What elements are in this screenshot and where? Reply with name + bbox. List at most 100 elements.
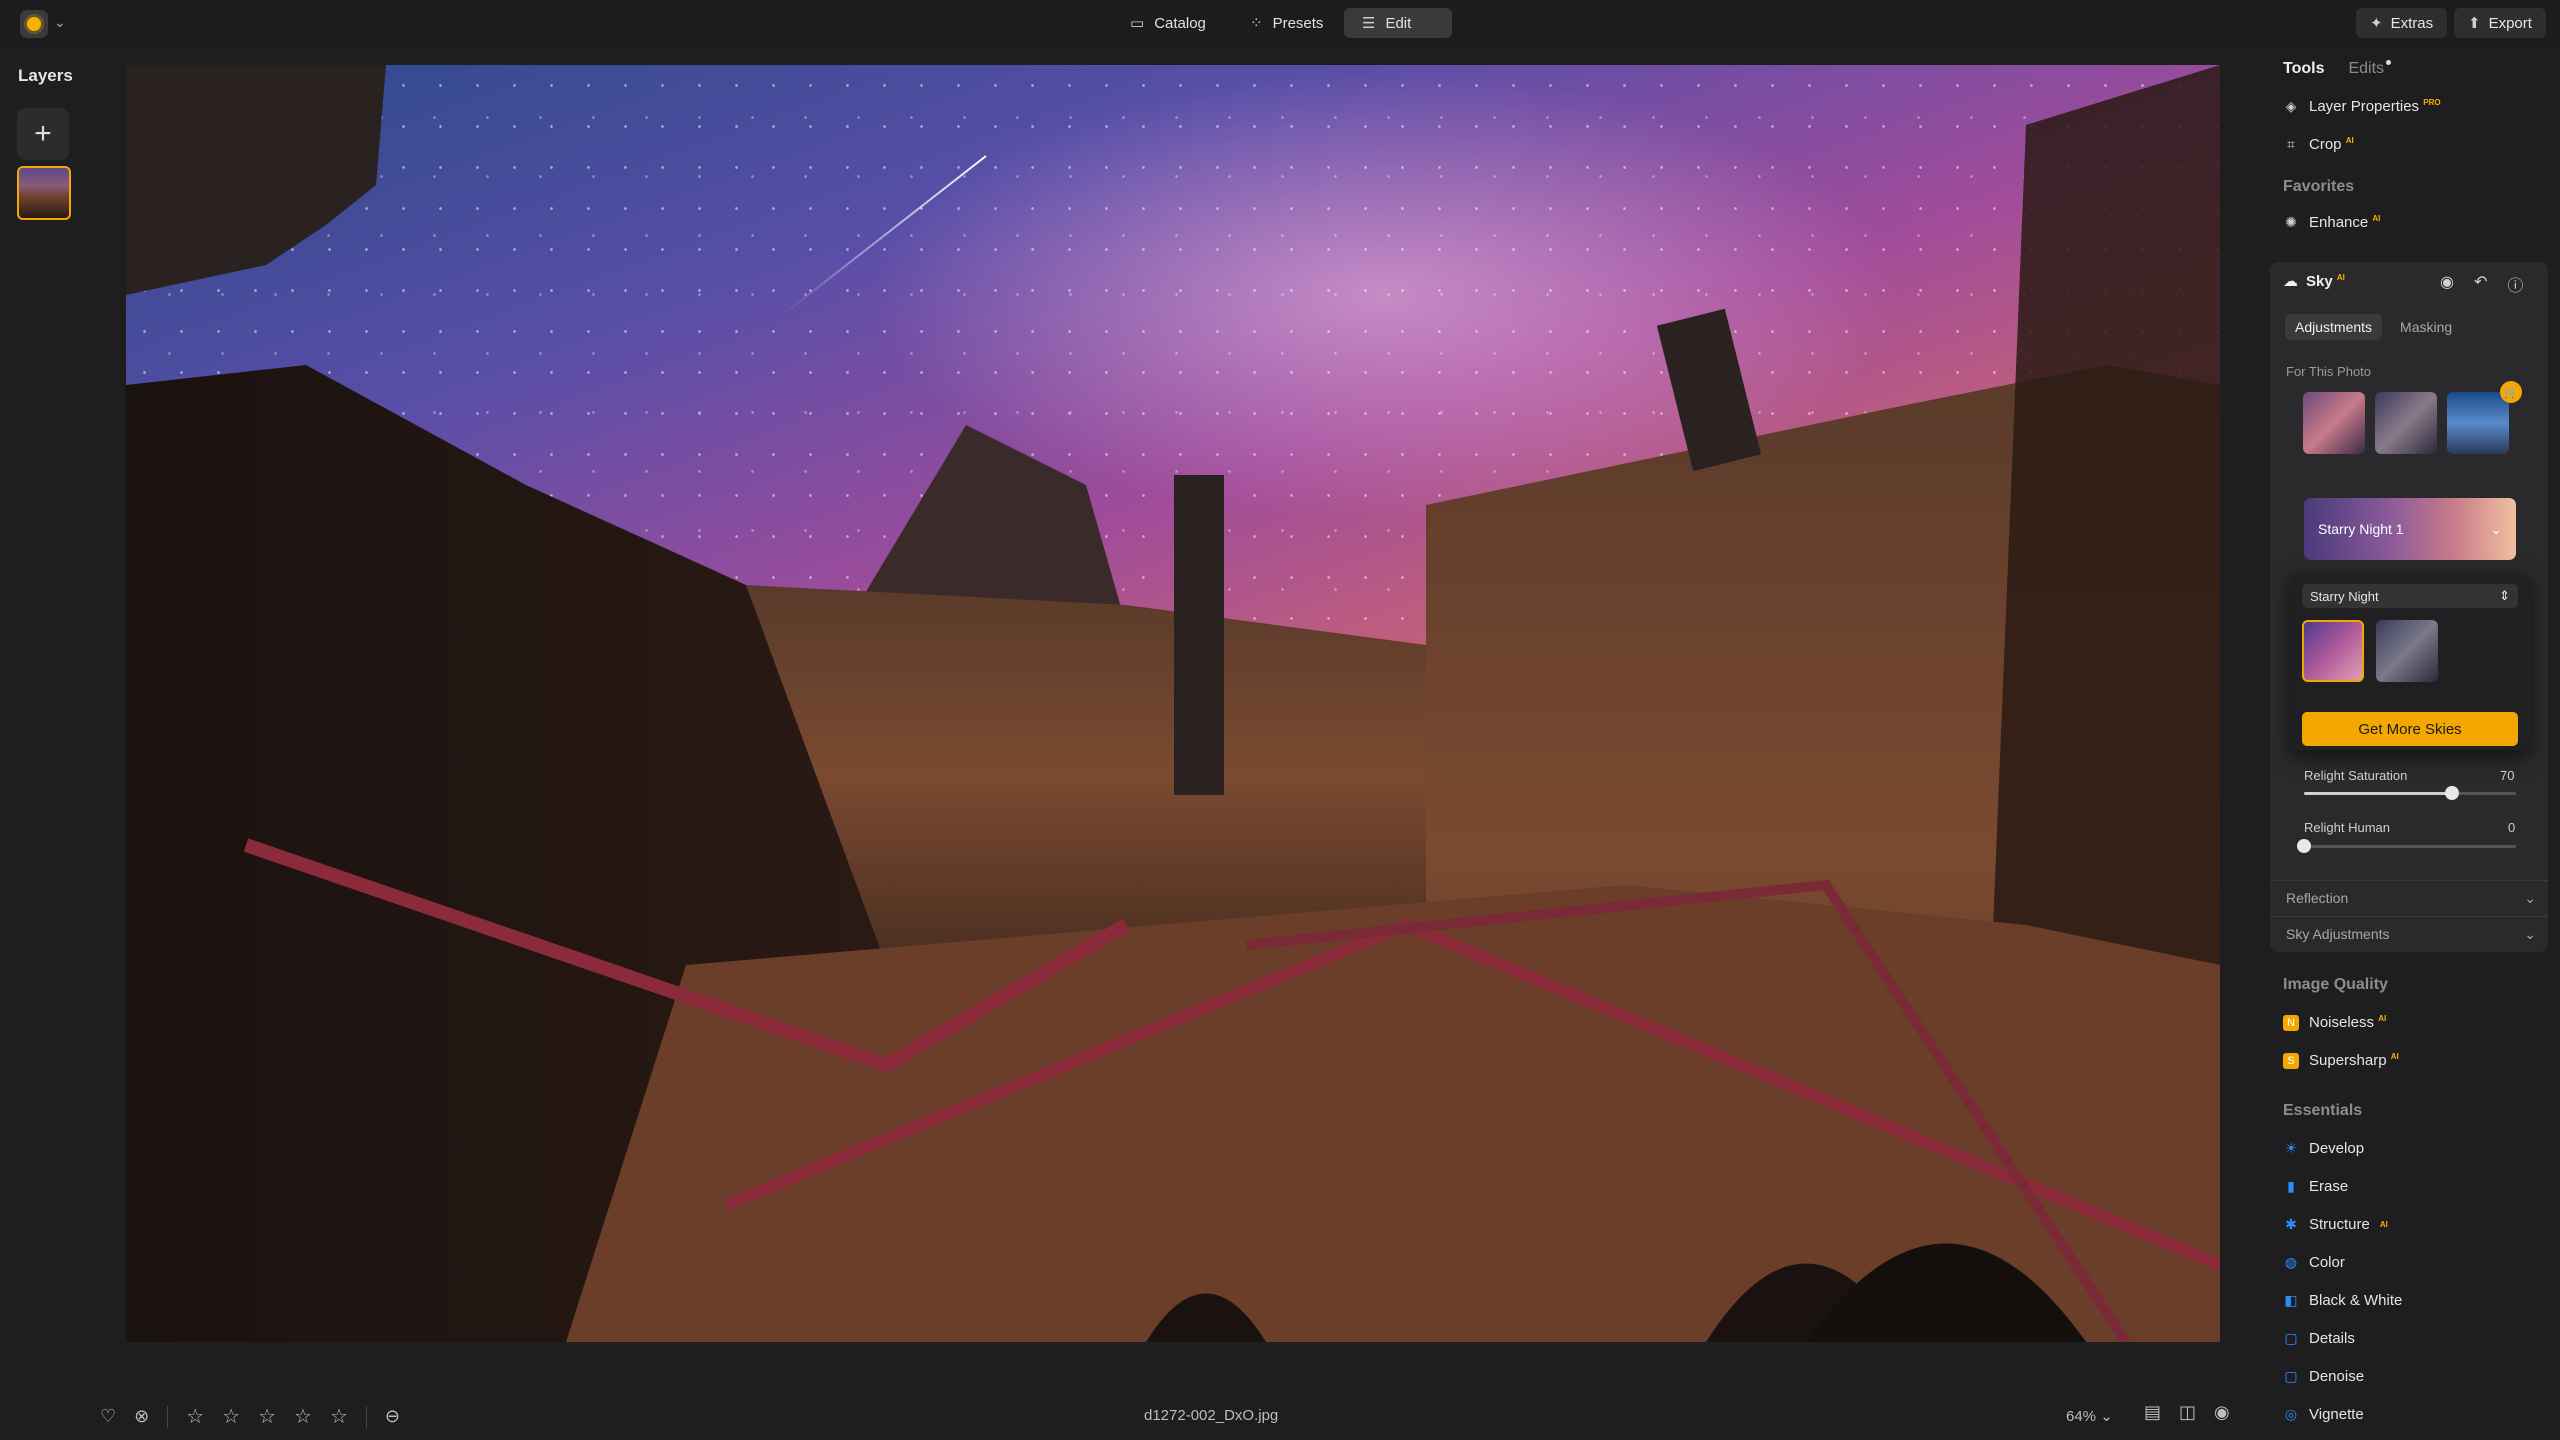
details-icon: ▢ <box>2284 1330 2298 1346</box>
crop-icon: ⌗ <box>2287 136 2295 152</box>
selected-sky-label: Starry Night 1 <box>2318 521 2404 537</box>
export-button[interactable]: ⬆ Export <box>2454 8 2546 38</box>
chevron-down-icon[interactable]: ⌄ <box>54 14 66 31</box>
export-icon: ⬆ <box>2468 14 2481 32</box>
structure-icon: ✱ <box>2285 1216 2297 1232</box>
pro-badge: PRO <box>2423 98 2441 107</box>
eye-icon[interactable]: ◉ <box>2214 1402 2230 1423</box>
nav-presets-label: Presets <box>1272 14 1324 32</box>
undo-icon[interactable]: ↶ <box>2474 272 2487 296</box>
enhance-icon: ✺ <box>2285 214 2297 230</box>
sky-suggestion-1[interactable] <box>2303 392 2365 454</box>
star-4-icon[interactable]: ☆ <box>294 1404 312 1429</box>
star-2-icon[interactable]: ☆ <box>222 1404 240 1429</box>
sky-selector[interactable]: Starry Night 1 ⌄ <box>2304 498 2516 560</box>
chevron-down-icon: ⌄ <box>2100 1408 2113 1425</box>
slider-knob[interactable] <box>2297 839 2311 853</box>
color-icon: ◍ <box>2284 1254 2298 1270</box>
sky-suggestion-2[interactable] <box>2375 392 2437 454</box>
favorites-title: Favorites <box>2283 178 2355 195</box>
slider-fill <box>2304 792 2453 795</box>
edits-indicator-dot <box>2386 60 2392 65</box>
relight-human-value: 0 <box>2508 820 2516 835</box>
supersharp-icon: S <box>2283 1052 2299 1069</box>
sky-suggestion-3[interactable] <box>2447 392 2509 454</box>
nav-edit-label: Edit <box>1385 14 1412 32</box>
crop-label: Crop <box>2309 136 2342 153</box>
filmstrip-icon[interactable]: ▤ <box>2144 1402 2161 1423</box>
extras-button[interactable]: ✦ Extras <box>2356 8 2448 38</box>
tab-edits-label: Edits <box>2348 60 2385 77</box>
ai-badge: AI <box>2345 136 2354 145</box>
relight-human-slider[interactable] <box>2297 839 2516 853</box>
tool-details[interactable]: ▢ Details <box>2283 1330 2354 1347</box>
panel-tabs: Tools Edits <box>2283 60 2392 78</box>
tab-masking[interactable]: Masking <box>2390 314 2462 340</box>
essential-label: Structure <box>2309 1216 2370 1233</box>
noiseless-label: Noiseless <box>2309 1014 2375 1031</box>
tab-tools[interactable]: Tools <box>2283 60 2324 78</box>
ai-badge: AI <box>2336 272 2345 282</box>
tool-develop[interactable]: ☀ Develop <box>2283 1140 2364 1157</box>
star-3-icon[interactable]: ☆ <box>258 1404 276 1429</box>
tool-vignette[interactable]: ◎ Vignette <box>2283 1406 2364 1423</box>
reflection-section[interactable]: Reflection ⌄ <box>2286 890 2536 907</box>
essential-label: Black & White <box>2309 1292 2403 1309</box>
cart-icon[interactable]: 🛒 <box>2500 381 2522 403</box>
reject-icon[interactable]: ⊗ <box>134 1406 149 1427</box>
sky-option-2[interactable] <box>2376 620 2438 682</box>
castle-photo <box>126 65 2220 1342</box>
photo-canvas[interactable] <box>126 65 2220 1342</box>
compare-icon[interactable]: ◫ <box>2179 1402 2196 1423</box>
add-layer-button[interactable]: + <box>17 108 69 160</box>
for-this-photo-label: For This Photo <box>2286 364 2372 379</box>
tool-color[interactable]: ◍ Color <box>2283 1254 2345 1271</box>
sliders-icon: ☰ <box>1362 14 1376 32</box>
vignette-icon: ◎ <box>2284 1406 2298 1422</box>
erase-icon: ▮ <box>2287 1178 2295 1194</box>
zoom-control[interactable]: 64% ⌄ <box>2066 1407 2113 1425</box>
tool-denoise[interactable]: ▢ Denoise <box>2283 1368 2364 1385</box>
sky-category-select[interactable]: Starry Night ⇕ <box>2302 584 2518 608</box>
filename: d1272-002_DxO.jpg <box>1144 1407 1279 1424</box>
get-more-skies-button[interactable]: Get More Skies <box>2302 712 2518 746</box>
presets-icon: ⁘ <box>1250 14 1263 32</box>
nav-catalog[interactable]: ▭ Catalog <box>1112 8 1224 38</box>
nav-catalog-label: Catalog <box>1154 14 1206 32</box>
heart-icon[interactable]: ♡ <box>100 1406 116 1427</box>
folder-icon: ▭ <box>1130 14 1145 32</box>
tab-edits[interactable]: Edits <box>2348 60 2392 78</box>
tool-enhance[interactable]: ✺ Enhance AI <box>2283 214 2380 231</box>
sky-adjustments-section[interactable]: Sky Adjustments ⌄ <box>2286 926 2536 943</box>
divider <box>365 1405 367 1428</box>
zoom-level: 64% <box>2066 1408 2097 1425</box>
sky-header[interactable]: ☁ Sky AI <box>2283 272 2345 291</box>
relight-saturation-slider[interactable] <box>2304 786 2516 800</box>
tool-noiseless[interactable]: N Noiseless AI <box>2283 1014 2386 1031</box>
tool-black-white[interactable]: ◧ Black & White <box>2283 1292 2402 1309</box>
sky-option-1[interactable] <box>2302 620 2364 682</box>
app-logo-button[interactable] <box>20 10 48 38</box>
star-1-icon[interactable]: ☆ <box>186 1404 204 1429</box>
tool-erase[interactable]: ▮ Erase <box>2283 1178 2348 1195</box>
more-icon[interactable]: ⊖ <box>385 1406 400 1427</box>
divider <box>2270 916 2548 917</box>
tool-crop[interactable]: ⌗ Crop AI <box>2283 136 2354 153</box>
tool-supersharp[interactable]: S Supersharp AI <box>2283 1052 2399 1069</box>
sparkle-icon: ✦ <box>2370 14 2383 32</box>
image-quality-title: Image Quality <box>2283 976 2388 993</box>
info-icon[interactable]: ⓘ <box>2507 272 2523 296</box>
essential-label: Erase <box>2309 1178 2349 1195</box>
eye-icon[interactable]: ◉ <box>2440 272 2454 296</box>
tool-layer-properties[interactable]: ◈ Layer Properties PRO <box>2283 98 2441 115</box>
star-5-icon[interactable]: ☆ <box>330 1404 348 1429</box>
chevron-down-icon: ⌄ <box>2490 520 2502 537</box>
tab-adjustments[interactable]: Adjustments <box>2285 314 2383 340</box>
tool-structure[interactable]: ✱ Structure AI <box>2283 1216 2388 1233</box>
nav-presets[interactable]: ⁘ Presets <box>1232 8 1341 38</box>
layer-thumbnail[interactable] <box>17 166 71 220</box>
essential-label: Color <box>2309 1254 2345 1271</box>
updown-icon: ⇕ <box>2499 588 2510 603</box>
nav-edit[interactable]: ☰ Edit <box>1344 8 1452 38</box>
ai-badge: AI <box>2390 1052 2399 1061</box>
